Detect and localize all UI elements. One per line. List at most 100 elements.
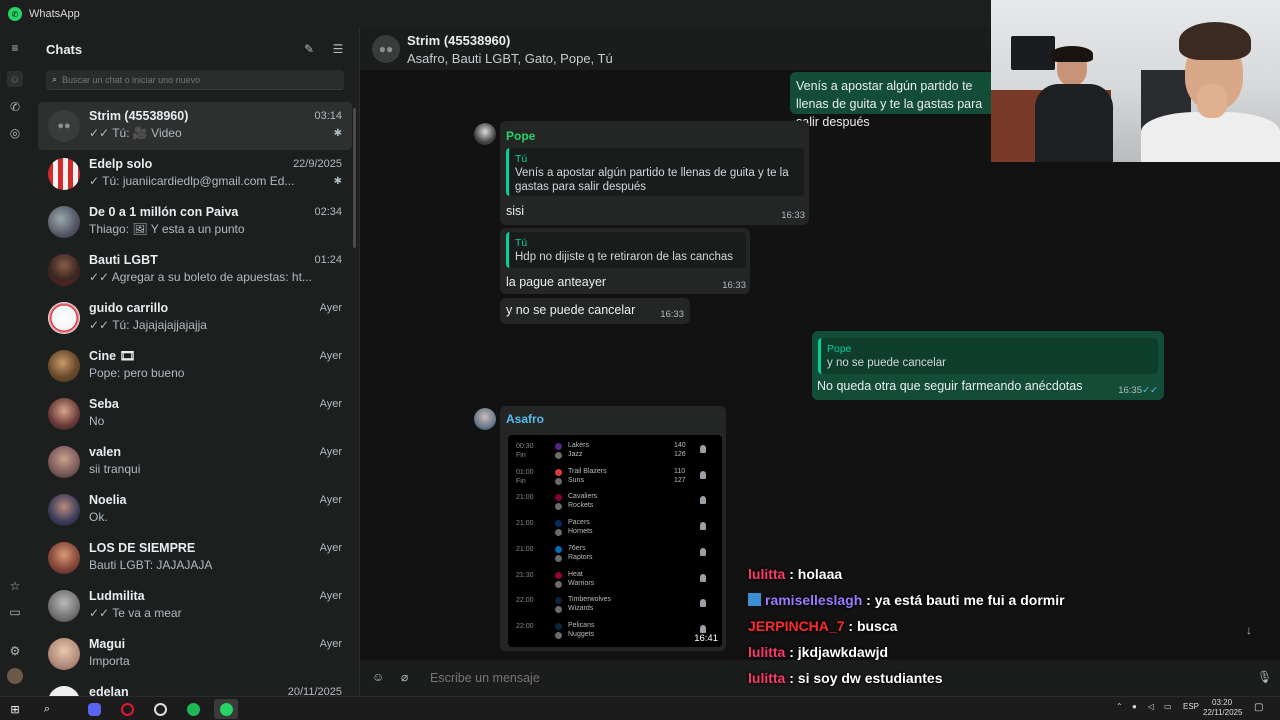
calls-icon[interactable]: ✆ (7, 99, 23, 115)
mic-icon[interactable]: 🎙 (1257, 670, 1272, 684)
incoming-message[interactable]: Pope Tú Venís a apostar algún partido te… (500, 121, 809, 225)
message-sender: Asafro (506, 412, 545, 426)
bell-icon (700, 445, 706, 453)
message-text: No queda otra que seguir farmeando anécd… (817, 379, 1083, 393)
chat-name: Ludmilita (89, 589, 145, 603)
chats-icon[interactable]: ◌ (7, 71, 23, 87)
chat-time: 03:14 (314, 110, 342, 122)
chat-row[interactable]: LOS DE SIEMPRE Ayer Bauti LGBT: JAJAJAJA (38, 534, 352, 582)
quote-author: Tú (515, 153, 528, 165)
incoming-message[interactable]: y no se puede cancelar 16:33 (500, 298, 690, 324)
person1-hair (1051, 46, 1093, 62)
tray-chevron-icon[interactable]: ⌃ (1116, 702, 1123, 711)
team-logo-icon (555, 545, 562, 553)
notifications-icon[interactable]: ▢ (1254, 702, 1263, 713)
chat-row[interactable]: Magui Ayer Importa (38, 630, 352, 678)
team-logo-icon (555, 631, 562, 639)
tray-volume-icon[interactable]: ◁ (1148, 702, 1154, 711)
spotify-icon[interactable] (183, 699, 203, 719)
stream-chat-user: lulitta (748, 566, 786, 582)
sidebar-scrollbar[interactable] (353, 108, 356, 248)
chat-row[interactable]: valen Ayer sii tranqui (38, 438, 352, 486)
webcam-overlay (991, 0, 1280, 162)
chat-row[interactable]: guido carrillo Ayer ✓✓ Tú: Jajajajajjaja… (38, 294, 352, 342)
team-logo-icon (555, 580, 562, 588)
user-avatar[interactable] (474, 408, 496, 430)
outgoing-message[interactable]: Pope y no se puede cancelar No queda otr… (812, 331, 1164, 400)
message-input[interactable] (430, 668, 730, 688)
search-input[interactable] (62, 74, 323, 85)
chat-row[interactable]: Seba Ayer No (38, 390, 352, 438)
game-time: 01:00 (516, 468, 534, 476)
quoted-message[interactable]: Pope y no se puede cancelar (818, 338, 1158, 374)
chat-row[interactable]: Noelia Ayer Ok. (38, 486, 352, 534)
chat-avatar (48, 254, 80, 286)
group-avatar[interactable]: ●● (372, 35, 400, 63)
incoming-message[interactable]: Tú Hdp no dijiste q te retiraron de las … (500, 228, 750, 294)
tray-language[interactable]: ESP (1183, 702, 1199, 711)
quoted-message[interactable]: Tú Venís a apostar algún partido te llen… (506, 148, 804, 196)
whatsapp-taskbar-icon[interactable] (214, 699, 238, 719)
chat-preview: ✓✓ Te va a mear (89, 606, 182, 620)
chat-name: LOS DE SIEMPRE (89, 541, 196, 555)
quoted-message[interactable]: Tú Hdp no dijiste q te retiraron de las … (506, 232, 746, 268)
chat-row[interactable]: Cine 🎞 Ayer Pope: pero bueno (38, 342, 352, 390)
tray-date[interactable]: 22/11/2025 (1203, 708, 1242, 717)
chat-name: guido carrillo (89, 301, 169, 315)
chat-name: edelan (89, 685, 129, 696)
new-chat-icon[interactable]: ✎ (302, 42, 316, 56)
stream-chat-user: ramiselleslagh (765, 592, 863, 608)
chat-row[interactable]: Ludmilita Ayer ✓✓ Te va a mear (38, 582, 352, 630)
tray-time[interactable]: 03:20 (1212, 698, 1232, 707)
game-time: 22:00 (516, 622, 534, 630)
settings-icon[interactable]: ⚙ (7, 643, 23, 659)
message-time: 16:35 (1118, 385, 1142, 396)
status-icon[interactable]: ◎ (7, 125, 23, 141)
search-box[interactable]: ⌕ (46, 70, 344, 90)
profile-avatar[interactable] (7, 668, 23, 684)
chat-preview: Pope: pero bueno (89, 366, 185, 380)
chat-row[interactable]: Bauti LGBT 01:24 ✓✓ Agregar a su boleto … (38, 246, 352, 294)
gaming-icon[interactable] (150, 699, 170, 719)
chat-name: Edelp solo (89, 157, 153, 171)
emoji-icon[interactable]: ☺ (372, 670, 384, 684)
taskbar-search-icon[interactable]: ⌕ (37, 699, 57, 719)
scores-image[interactable]: 00:30 Fin Lakers Jazz 140 126 01:00 Fin Trail Bl… (508, 435, 722, 647)
message-time: 16:33 (722, 280, 746, 291)
starred-icon[interactable]: ☆ (7, 578, 23, 594)
chat-time: Ayer (319, 542, 342, 554)
chat-row[interactable]: Edelp solo 22/9/2025 ✓ Tú: juaniicardied… (38, 150, 352, 198)
chat-preview: ✓✓ Tú: Jajajajajjajajja (89, 318, 207, 332)
team-logo-icon (555, 494, 562, 502)
bell-icon (700, 624, 706, 633)
filter-icon[interactable]: ☰ (331, 42, 345, 56)
archive-icon[interactable]: ▭ (7, 604, 23, 620)
chat-preview: No (89, 414, 105, 428)
chat-time: Ayer (319, 638, 342, 650)
whatsapp-logo-icon: ✆ (8, 7, 22, 21)
opera-icon[interactable] (117, 699, 137, 719)
tray-network-icon[interactable]: ▭ (1164, 702, 1172, 711)
chat-row[interactable]: edelan 20/11/2025 (38, 678, 352, 696)
tray-mic-icon[interactable]: ● (1132, 702, 1137, 711)
scroll-down-icon[interactable]: ↓ (1246, 623, 1252, 637)
start-icon[interactable]: ⊞ (5, 699, 25, 719)
quote-author: Pope (827, 343, 852, 355)
team-name: Nuggets (568, 630, 595, 638)
stream-chat-message: lulitta : jkdjawkdawjd (748, 644, 889, 660)
stream-chat-message: ramiselleslagh : ya está bauti me fui a … (748, 592, 1065, 610)
menu-icon[interactable]: ≡ (7, 40, 23, 56)
user-avatar[interactable] (474, 123, 496, 145)
stream-chat-text: ya está bauti me fui a dormir (874, 592, 1065, 608)
chat-row[interactable]: De 0 a 1 millón con Paiva 02:34 Thiago: … (38, 198, 352, 246)
team-name: Cavaliers (568, 493, 598, 501)
score-row: 01:00 Fin Trail Blazers Suns 110 127 (508, 465, 722, 491)
chat-row[interactable]: ●● Strim (45538960) 03:14 ✓✓ Tú: 🎥 Video… (38, 102, 352, 150)
attach-icon[interactable]: ⌀ (401, 670, 408, 684)
score-row: 21:30 Heat Warriors (508, 568, 722, 594)
game-time: 21:30 (516, 571, 534, 579)
chat-avatar (48, 302, 80, 334)
conversation-members: Asafro, Bauti LGBT, Gato, Pope, Tú (407, 51, 613, 66)
discord-icon[interactable] (84, 699, 104, 719)
score-row: 22:00 Timberwolves Wizards (508, 593, 722, 619)
